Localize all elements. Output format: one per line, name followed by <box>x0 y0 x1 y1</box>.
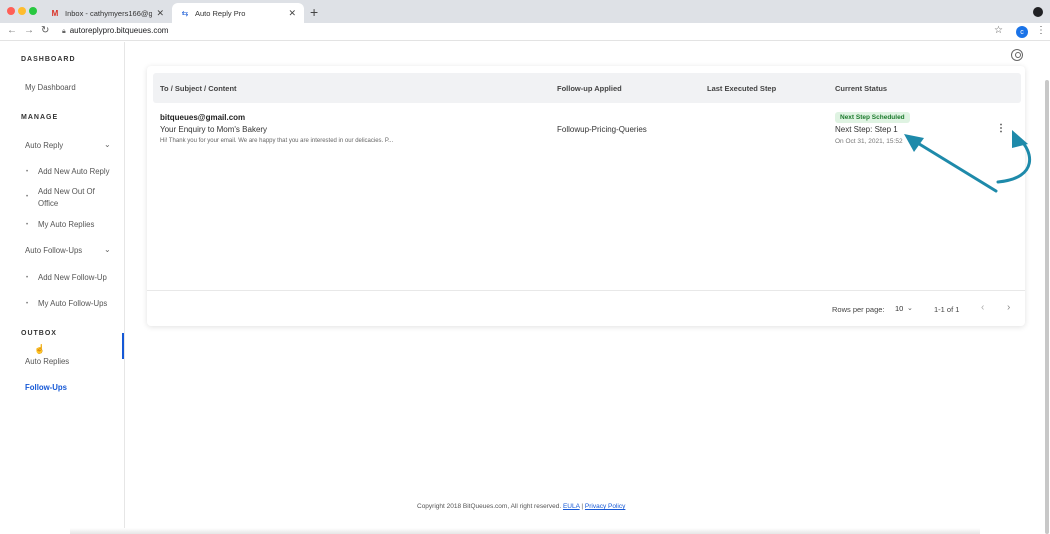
sidebar-item-my-auto-replies[interactable]: My Auto Replies <box>38 219 94 231</box>
column-header-followup-applied: Follow-up Applied <box>557 84 622 93</box>
chevron-down-icon[interactable]: ⌄ <box>907 304 913 312</box>
bookmark-star-icon[interactable]: ☆ <box>994 25 1003 36</box>
close-window-dot[interactable] <box>7 7 15 15</box>
maximize-window-dot[interactable] <box>29 7 37 15</box>
footer-separator: | <box>581 503 584 510</box>
sidebar-item-auto-reply[interactable]: Auto Reply <box>25 141 63 150</box>
chevron-down-icon[interactable]: ⌄ <box>104 245 111 254</box>
divider <box>147 290 1025 291</box>
sidebar-item-outbox-followups[interactable]: Follow-Ups <box>25 383 67 392</box>
scrollbar[interactable] <box>1045 80 1049 534</box>
profile-avatar[interactable]: c <box>1016 26 1028 38</box>
browser-menu-dot-icon[interactable] <box>1033 7 1043 17</box>
chevron-left-icon[interactable]: ‹ <box>981 302 984 313</box>
bottom-edge <box>70 528 980 534</box>
rows-per-page-label: Rows per page: <box>832 305 885 314</box>
browser-tab-bar: M Inbox - cathymyers166@gmail. ✕ ⇆ Auto … <box>0 0 1050 23</box>
sidebar-item-label: Office <box>38 199 59 208</box>
reload-icon[interactable]: ↻ <box>41 25 49 36</box>
bullet-icon: • <box>26 222 29 228</box>
back-icon[interactable]: ← <box>7 25 17 36</box>
eula-link[interactable]: EULA <box>563 503 580 510</box>
bullet-icon: • <box>26 169 29 175</box>
email-subject: Your Enquiry to Mom's Bakery <box>160 125 268 134</box>
email-preview: Hi! Thank you for your email. We are hap… <box>160 138 394 144</box>
more-options-icon[interactable]: ⋮ <box>996 123 1006 134</box>
table-header: To / Subject / Content Follow-up Applied… <box>153 73 1021 103</box>
close-icon[interactable]: ✕ <box>156 8 164 19</box>
url-field[interactable]: 🔒︎ autoreplypro.bitqueues.com <box>62 26 168 36</box>
forward-icon[interactable]: → <box>24 25 34 36</box>
column-header-to-subject: To / Subject / Content <box>160 84 237 93</box>
sidebar-item-auto-followups[interactable]: Auto Follow-Ups <box>25 246 82 255</box>
recipient-email: bitqueues@gmail.com <box>160 113 246 122</box>
sidebar-item-add-new-followup[interactable]: Add New Follow-Up <box>38 272 107 284</box>
sidebar-item-outbox-auto-replies[interactable]: Auto Replies <box>25 357 69 366</box>
lock-icon: 🔒︎ <box>62 28 66 35</box>
new-tab-icon[interactable]: + <box>310 4 318 20</box>
column-header-current-status: Current Status <box>835 84 888 93</box>
column-header-last-executed-step: Last Executed Step <box>707 84 777 93</box>
address-bar: ← → ↻ 🔒︎ autoreplypro.bitqueues.com ☆ c ⋮ <box>0 23 1050 41</box>
chevron-right-icon[interactable]: › <box>1007 302 1010 313</box>
page-footer: Copyright 2018 BitQueues.com, All right … <box>417 503 625 510</box>
section-heading-outbox: OUTBOX <box>21 330 57 337</box>
pagination-range: 1-1 of 1 <box>934 305 960 314</box>
tab-auto-reply-pro[interactable]: ⇆ Auto Reply Pro ✕ <box>172 3 304 23</box>
sidebar: DASHBOARD My Dashboard MANAGE Auto Reply… <box>0 42 125 534</box>
privacy-policy-link[interactable]: Privacy Policy <box>585 503 625 510</box>
browser-menu-icon[interactable]: ⋮ <box>1036 25 1046 36</box>
chevron-down-icon[interactable]: ⌄ <box>104 140 111 149</box>
account-icon[interactable] <box>1011 49 1023 61</box>
copyright-text: Copyright 2018 BitQueues.com, All right … <box>417 503 562 510</box>
bullet-icon: • <box>26 301 29 307</box>
sidebar-item-label: Add New Out Of <box>38 187 95 196</box>
followups-table-card: To / Subject / Content Follow-up Applied… <box>147 66 1025 326</box>
next-step: Next Step: Step 1 <box>835 125 898 134</box>
followup-applied: Followup-Pricing-Queries <box>557 125 647 134</box>
bullet-icon: • <box>26 275 29 281</box>
sidebar-item-my-dashboard[interactable]: My Dashboard <box>25 83 76 92</box>
status-badge: Next Step Scheduled <box>835 112 910 123</box>
close-icon[interactable]: ✕ <box>288 8 296 19</box>
gmail-icon: M <box>51 8 59 18</box>
url-text: autoreplypro.bitqueues.com <box>69 26 169 35</box>
autoreply-icon: ⇆ <box>181 8 189 18</box>
mouse-pointer-icon: ☝ <box>34 344 46 354</box>
tab-title: Auto Reply Pro <box>195 8 246 18</box>
rows-per-page-select[interactable]: 10 <box>895 304 903 313</box>
bullet-icon: • <box>26 194 29 200</box>
scheduled-timestamp: On Oct 31, 2021, 15:52 <box>835 138 903 145</box>
tab-title: Inbox - cathymyers166@gmail. <box>65 8 153 18</box>
sidebar-item-my-auto-followups[interactable]: My Auto Follow-Ups <box>38 298 107 310</box>
sidebar-item-add-new-auto-reply[interactable]: Add New Auto Reply <box>38 166 110 178</box>
active-indicator <box>122 333 124 359</box>
section-heading-dashboard: DASHBOARD <box>21 56 76 63</box>
sidebar-item-add-new-out-of-office[interactable]: Add New Out Of Office <box>38 186 95 210</box>
section-heading-manage: MANAGE <box>21 114 59 121</box>
minimize-window-dot[interactable] <box>18 7 26 15</box>
tab-gmail[interactable]: M Inbox - cathymyers166@gmail. ✕ <box>42 3 172 23</box>
